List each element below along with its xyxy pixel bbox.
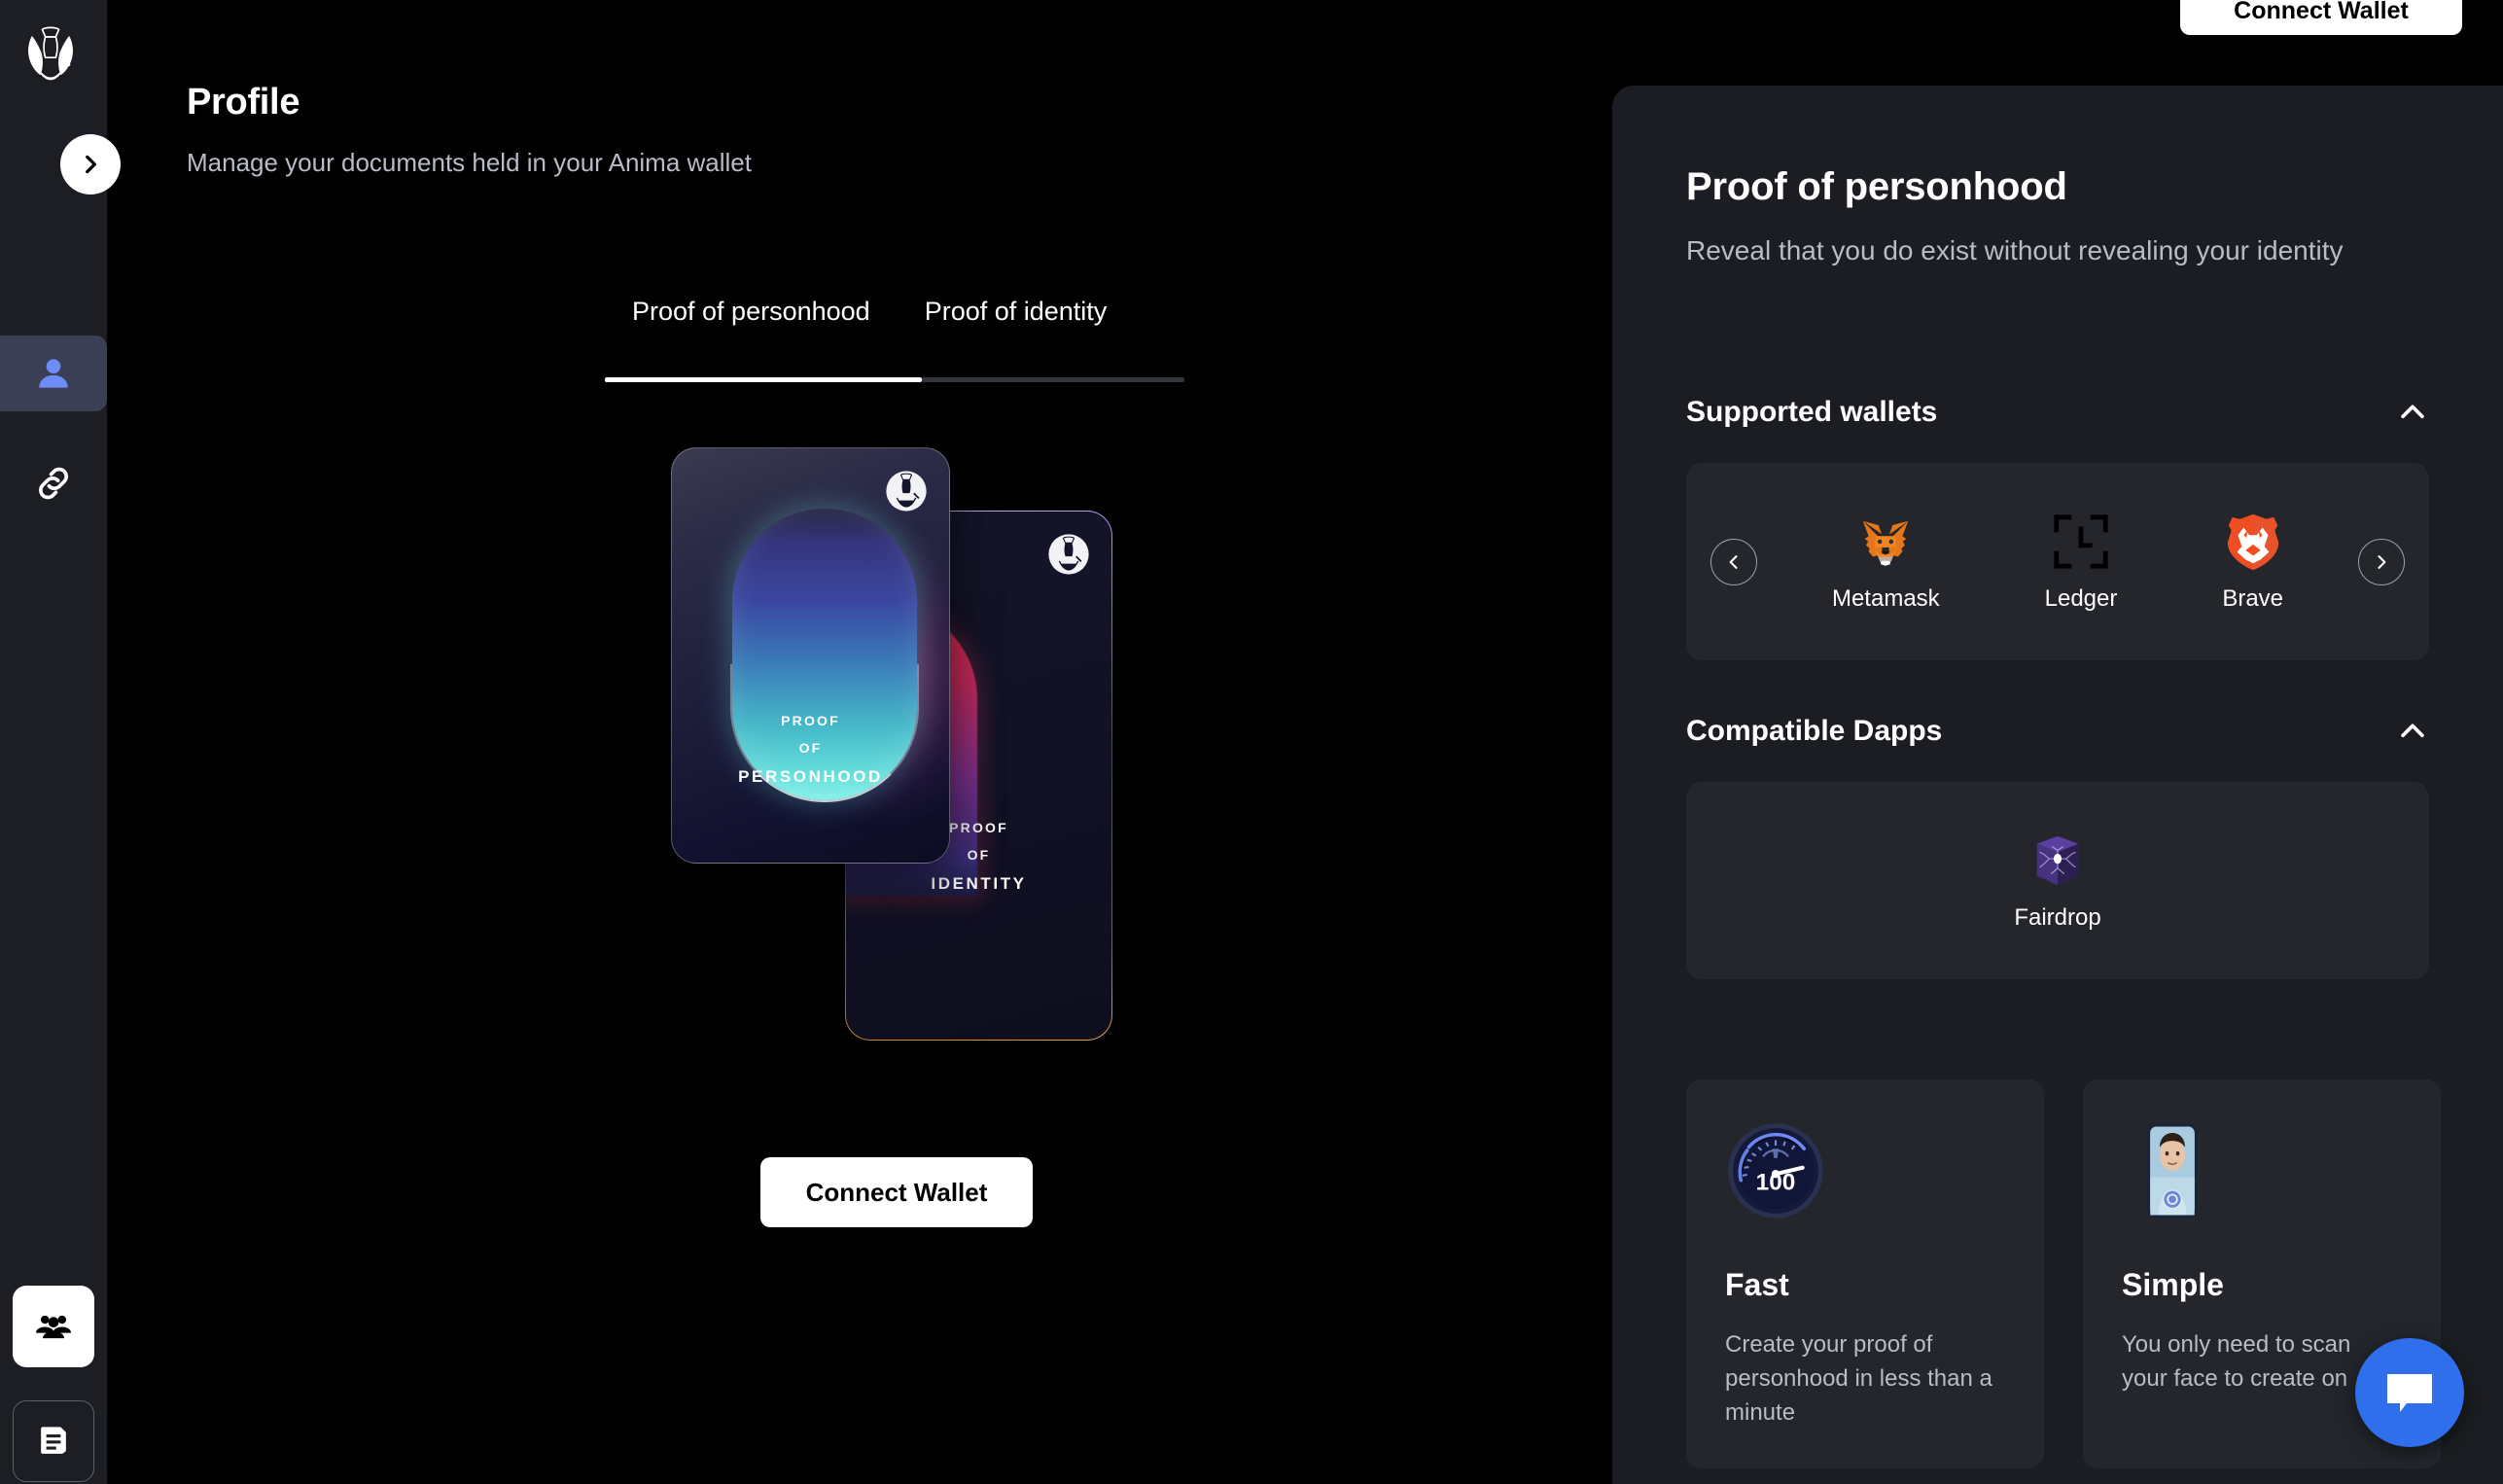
wallet-label: Brave (2222, 584, 2284, 612)
wallets-list: Metamask Ledger Brave (1780, 463, 2336, 660)
tab-proof-of-identity[interactable]: Proof of identity (898, 297, 1135, 352)
card-personhood-text: PROOF OF PERSONHOOD (672, 713, 949, 787)
wallet-label: Ledger (2044, 584, 2118, 612)
connect-wallet-top-button[interactable]: Connect Wallet (2180, 0, 2462, 35)
chevron-left-icon (1729, 554, 1738, 569)
wallet-label: Metamask (1831, 584, 1940, 612)
details-panel: Proof of personhood Reveal that you do e… (1612, 86, 2503, 1484)
tab-proof-of-personhood[interactable]: Proof of personhood (605, 297, 898, 352)
card-line-1: PROOF (781, 713, 840, 728)
dapp-item-fairdrop[interactable]: Fairdrop (2014, 830, 2101, 932)
panel-title: Proof of personhood (1686, 165, 2067, 208)
person-icon (39, 359, 68, 388)
sidebar-item-community[interactable] (13, 1286, 94, 1367)
wallet-item-metamask[interactable]: Metamask (1832, 512, 1940, 613)
chevron-right-icon (86, 155, 96, 174)
credential-card-personhood[interactable]: PROOF OF PERSONHOOD (671, 447, 950, 864)
wallets-next-button[interactable] (2358, 538, 2405, 585)
link-chain-icon (39, 467, 68, 500)
wallets-carousel: Metamask Ledger Brave (1686, 463, 2429, 660)
sidebar-item-profile[interactable] (0, 336, 107, 411)
fairdrop-cube-icon (2027, 830, 2088, 891)
feature-card-fast: 100 Fast Create your proof of personhood… (1686, 1079, 2044, 1468)
brave-lion-icon (2223, 512, 2283, 572)
chevron-right-icon (2378, 554, 2386, 569)
sidebar-toggle-button[interactable] (60, 134, 121, 194)
face-scan-phone-icon (2147, 1123, 2198, 1219)
people-group-icon (36, 1315, 71, 1339)
card-line-3: IDENTITY (931, 874, 1027, 893)
chevron-up-icon[interactable] (2396, 715, 2429, 748)
sidebar (0, 0, 121, 1484)
dapp-label: Fairdrop (2014, 903, 2101, 931)
section-header-compatible-dapps[interactable]: Compatible Dapps (1686, 708, 2429, 755)
connect-wallet-main-button[interactable]: Connect Wallet (760, 1157, 1033, 1227)
compatible-dapps-box: Fairdrop (1686, 782, 2429, 979)
tab-indicator-inactive (922, 377, 1184, 382)
anima-logo-icon[interactable] (18, 21, 84, 88)
panel-subtitle: Reveal that you do exist without reveali… (1686, 235, 2344, 265)
chevron-up-icon[interactable] (2396, 396, 2429, 429)
sidebar-item-docs[interactable] (13, 1400, 94, 1482)
dapps-list: Fairdrop (1686, 782, 2429, 979)
feature-title: Simple (2122, 1267, 2224, 1302)
section-title: Compatible Dapps (1686, 715, 1943, 747)
feature-description: Create your proof of personhood in less … (1725, 1331, 1992, 1426)
section-title: Supported wallets (1686, 396, 1938, 428)
ledger-icon (2051, 512, 2111, 572)
page-subtitle: Manage your documents held in your Anima… (187, 148, 752, 177)
speedometer-icon: 100 (1728, 1123, 1823, 1219)
anima-logo-icon (885, 470, 928, 512)
chat-widget-button[interactable] (2355, 1338, 2464, 1447)
sidebar-item-connections[interactable] (0, 445, 107, 521)
app-root: Profile Manage your documents held in yo… (0, 0, 2503, 1484)
feature-title: Fast (1725, 1267, 1789, 1302)
card-line-3: PERSONHOOD (738, 767, 883, 786)
metamask-fox-icon (1855, 512, 1916, 572)
card-line-2: OF (798, 740, 823, 756)
wallets-prev-button[interactable] (1710, 538, 1757, 585)
chat-bubble-icon (2387, 1374, 2432, 1412)
page-title: Profile (187, 82, 300, 123)
section-header-supported-wallets[interactable]: Supported wallets (1686, 389, 2429, 436)
anima-logo-icon (1047, 533, 1090, 576)
tab-list: Proof of personhood Proof of identity (605, 297, 1134, 352)
speedometer-value: 100 (1756, 1170, 1796, 1196)
wallet-item-brave[interactable]: Brave (2222, 512, 2283, 613)
document-icon (41, 1427, 66, 1454)
supported-wallets-box: Metamask Ledger Brave (1686, 463, 2429, 660)
tab-indicator-active (605, 377, 922, 382)
tab-underline (605, 377, 1184, 382)
wallet-item-ledger[interactable]: Ledger (2044, 512, 2118, 613)
credential-cards: PROOF OF IDENTITY PROOF OF PERSONHOOD (671, 447, 1293, 1089)
